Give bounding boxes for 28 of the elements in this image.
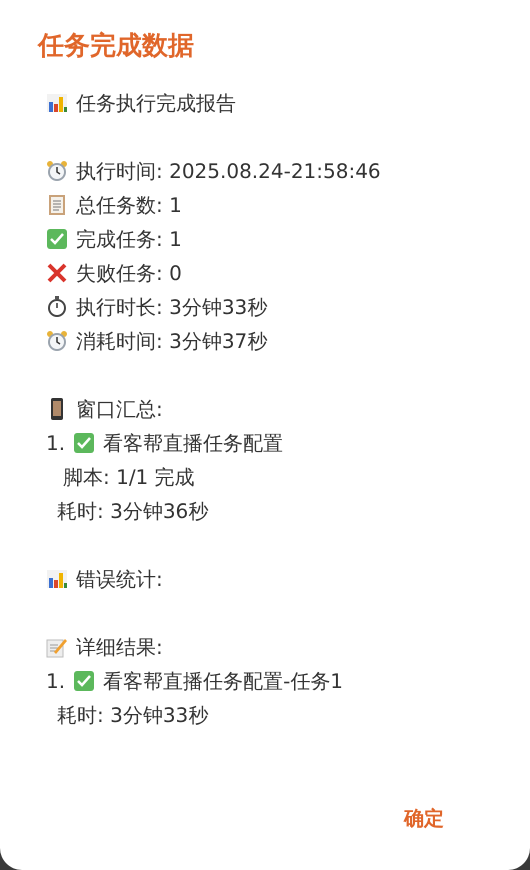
confirm-button[interactable]: 确定 bbox=[402, 801, 446, 836]
alarm-clock-icon bbox=[46, 330, 68, 352]
cross-icon bbox=[46, 262, 68, 284]
check-icon bbox=[46, 228, 68, 250]
stat-line: 总任务数: 1 bbox=[76, 192, 182, 218]
stat-line: 执行时长: 3分钟33秒 bbox=[76, 294, 268, 320]
stat-line: 执行时间: 2025.08.24-21:58:46 bbox=[76, 158, 381, 184]
task-name: 看客帮直播任务配置-任务1 bbox=[103, 668, 344, 694]
notepad-icon bbox=[46, 194, 68, 216]
bar-chart-icon bbox=[46, 92, 68, 114]
report-heading: 任务执行完成报告 bbox=[76, 90, 236, 116]
stopwatch-icon bbox=[46, 296, 68, 318]
list-number: 1. bbox=[46, 431, 66, 455]
list-number: 1. bbox=[46, 669, 66, 693]
alarm-clock-icon bbox=[46, 160, 68, 182]
section-heading: 窗口汇总: bbox=[76, 396, 163, 422]
section-heading: 详细结果: bbox=[76, 634, 163, 660]
stat-line: 消耗时间: 3分钟37秒 bbox=[76, 328, 268, 354]
bar-chart-icon bbox=[46, 568, 68, 590]
memo-icon bbox=[46, 636, 68, 658]
task-detail: 耗时: 3分钟33秒 bbox=[57, 702, 208, 728]
section-heading: 错误统计: bbox=[76, 566, 163, 592]
stat-line: 完成任务: 1 bbox=[76, 226, 182, 252]
task-name: 看客帮直播任务配置 bbox=[103, 430, 284, 456]
task-detail: 脚本: 1/1 完成 bbox=[63, 464, 195, 490]
task-detail: 耗时: 3分钟36秒 bbox=[57, 498, 208, 524]
stat-line: 失败任务: 0 bbox=[76, 260, 182, 286]
dialog-title: 任务完成数据 bbox=[36, 30, 195, 63]
